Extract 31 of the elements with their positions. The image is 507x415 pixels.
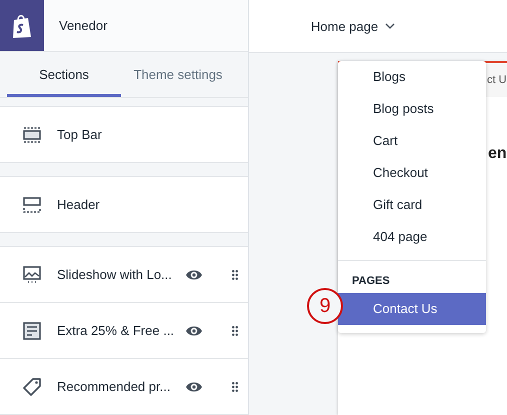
header-layout-icon [22, 194, 42, 214]
step-number-marker: 9 [307, 288, 343, 324]
tag-icon [22, 376, 42, 396]
drag-handle-icon[interactable] [232, 326, 238, 336]
menu-item[interactable]: Checkout [338, 157, 486, 189]
section-item[interactable]: Recommended pr... [0, 359, 248, 414]
menu-item[interactable]: Blog posts [338, 93, 486, 125]
text-block-icon [22, 320, 42, 340]
section-item[interactable]: Top Bar [0, 107, 248, 162]
image-icon [22, 264, 42, 284]
menu-item[interactable]: 404 page [338, 221, 486, 253]
eye-icon[interactable] [185, 380, 203, 392]
drag-handle-icon[interactable] [232, 382, 238, 392]
page-selector[interactable]: Home page [304, 18, 402, 34]
menu-item[interactable]: Contact Us [338, 293, 486, 325]
section-item[interactable]: Slideshow with Lo... [0, 247, 248, 303]
section-item[interactable]: Extra 25% & Free ... [0, 303, 248, 359]
tab[interactable]: Theme settings [121, 52, 235, 97]
eye-icon[interactable] [185, 268, 203, 280]
dashed-bar-icon [22, 124, 42, 144]
menu-item[interactable]: Blogs [338, 61, 486, 93]
tab[interactable]: Sections [7, 52, 121, 97]
menu-heading: PAGES [351, 274, 391, 289]
drag-handle-icon[interactable] [232, 270, 238, 280]
store-name: Venedor [59, 18, 108, 33]
chevron-down-icon [385, 23, 396, 29]
store-title: en [488, 145, 507, 162]
menu-item[interactable]: Gift card [338, 189, 486, 221]
section-item[interactable]: Header [0, 177, 248, 232]
eye-icon[interactable] [185, 324, 203, 336]
menu-item[interactable]: Cart [338, 125, 486, 157]
